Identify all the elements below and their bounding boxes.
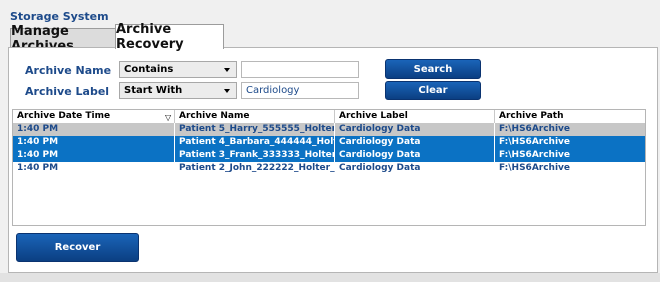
table-header-row: Archive Date Time ▽ Archive Name Archive…	[13, 110, 645, 124]
column-header-path[interactable]: Archive Path	[495, 110, 645, 123]
archive-label-mode-select[interactable]: Start With	[119, 82, 237, 99]
cell-label: Cardiology Data	[335, 149, 495, 162]
cell-path: F:\HS6Archive	[499, 137, 571, 147]
table-row[interactable]: 1:40 PM Patient 3_Frank_333333_Holter_..…	[13, 149, 645, 162]
search-button[interactable]: Search	[385, 59, 481, 79]
column-header-name[interactable]: Archive Name	[175, 110, 335, 123]
chevron-down-icon	[224, 89, 230, 93]
archive-label-input[interactable]: Cardiology	[241, 82, 359, 99]
sort-down-icon[interactable]: ▽	[165, 113, 171, 122]
archive-name-label: Archive Name	[25, 64, 112, 77]
tab-archive-recovery[interactable]: Archive Recovery	[115, 22, 224, 52]
cell-label: Cardiology Data	[339, 163, 421, 173]
cell-name: Patient 4_Barbara_444444_Holte...	[175, 136, 335, 149]
cell-path: F:\HS6Archive	[499, 163, 571, 173]
cell-name: Patient 3_Frank_333333_Holter_...	[175, 149, 335, 162]
cell-path: F:\HS6Archive	[499, 150, 571, 160]
storage-system-window: Storage System Manage Archives Archive R…	[0, 0, 660, 282]
cell-name: Patient 5_Harry_555555_Holter_...	[175, 123, 335, 136]
recover-button[interactable]: Recover	[16, 233, 139, 262]
cell-path: F:\HS6Archive	[499, 124, 571, 134]
table-row[interactable]: 1:40 PM Patient 2_John_222222_Holter_...…	[13, 162, 645, 175]
archive-table: Archive Date Time ▽ Archive Name Archive…	[12, 109, 646, 226]
archive-label-mode-value: Start With	[124, 85, 183, 96]
column-header-label[interactable]: Archive Label	[335, 110, 495, 123]
column-header-date[interactable]: Archive Date Time	[13, 110, 175, 123]
cell-date: 1:40 PM	[13, 149, 175, 162]
cell-date: 1:40 PM	[13, 123, 175, 136]
archive-name-input[interactable]	[241, 61, 359, 78]
cell-date: 1:40 PM	[13, 136, 175, 149]
tab-manage-archives[interactable]: Manage Archives	[10, 24, 116, 54]
chevron-down-icon	[224, 68, 230, 72]
window-title: Storage System	[10, 10, 109, 23]
table-row[interactable]: 1:40 PM Patient 5_Harry_555555_Holter_..…	[13, 123, 645, 136]
table-row[interactable]: 1:40 PM Patient 4_Barbara_444444_Holte..…	[13, 136, 645, 149]
column-header-date-label: Archive Date Time	[17, 111, 111, 121]
archive-name-mode-value: Contains	[124, 64, 174, 75]
archive-name-mode-select[interactable]: Contains	[119, 61, 237, 78]
cell-date: 1:40 PM	[17, 163, 59, 173]
cell-label: Cardiology Data	[335, 136, 495, 149]
cell-name: Patient 2_John_222222_Holter_...	[179, 163, 335, 173]
status-bar	[0, 273, 660, 282]
cell-label: Cardiology Data	[335, 123, 495, 136]
archive-label-label: Archive Label	[25, 85, 110, 98]
clear-button[interactable]: Clear	[385, 81, 481, 100]
